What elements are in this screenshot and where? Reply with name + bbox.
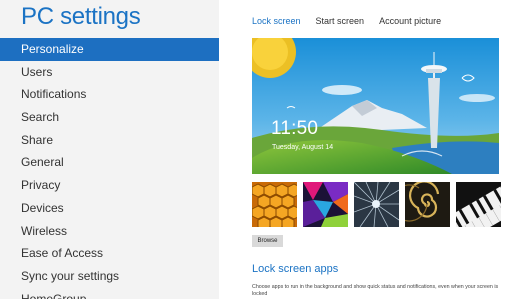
nav-item-share[interactable]: Share bbox=[0, 129, 219, 152]
nav-list: Personalize Users Notifications Search S… bbox=[0, 38, 219, 299]
nav-item-ease-of-access[interactable]: Ease of Access bbox=[0, 242, 219, 265]
nav-pane: PC settings Personalize Users Notificati… bbox=[0, 0, 219, 299]
app-title: PC settings bbox=[21, 3, 141, 30]
tunnel-thumbnail[interactable] bbox=[354, 182, 399, 227]
nav-item-devices[interactable]: Devices bbox=[0, 197, 219, 220]
wallpaper-thumbnails bbox=[252, 182, 501, 227]
honeycomb-thumbnail[interactable] bbox=[252, 182, 297, 227]
seattle-wallpaper-image bbox=[252, 38, 499, 174]
lock-screen-date: Tuesday, August 14 bbox=[272, 144, 334, 151]
tab-bar: Lock screen Start screen Account picture bbox=[252, 16, 456, 26]
nav-item-homegroup[interactable]: HomeGroup bbox=[0, 288, 219, 299]
nav-item-search[interactable]: Search bbox=[0, 106, 219, 129]
geometric-thumbnail[interactable] bbox=[303, 182, 348, 227]
lock-screen-preview[interactable]: 11:50 Tuesday, August 14 bbox=[252, 38, 499, 174]
lock-screen-time: 11:50 bbox=[271, 118, 319, 139]
nautilus-thumbnail[interactable] bbox=[405, 182, 450, 227]
tab-lock-screen[interactable]: Lock screen bbox=[252, 16, 301, 26]
nav-item-personalize[interactable]: Personalize bbox=[0, 38, 219, 61]
nav-item-users[interactable]: Users bbox=[0, 61, 219, 84]
tab-start-screen[interactable]: Start screen bbox=[316, 16, 365, 26]
nav-item-general[interactable]: General bbox=[0, 151, 219, 174]
content-pane: Lock screen Start screen Account picture bbox=[219, 0, 508, 299]
nav-item-privacy[interactable]: Privacy bbox=[0, 174, 219, 197]
piano-thumbnail[interactable] bbox=[456, 182, 501, 227]
lock-screen-apps-description: Choose apps to run in the background and… bbox=[252, 284, 499, 297]
browse-button[interactable]: Browse bbox=[252, 235, 283, 247]
nav-item-sync-settings[interactable]: Sync your settings bbox=[0, 265, 219, 288]
lock-screen-apps-title: Lock screen apps bbox=[252, 263, 339, 275]
nav-item-notifications[interactable]: Notifications bbox=[0, 83, 219, 106]
tab-account-picture[interactable]: Account picture bbox=[379, 16, 441, 26]
nav-item-wireless[interactable]: Wireless bbox=[0, 220, 219, 243]
